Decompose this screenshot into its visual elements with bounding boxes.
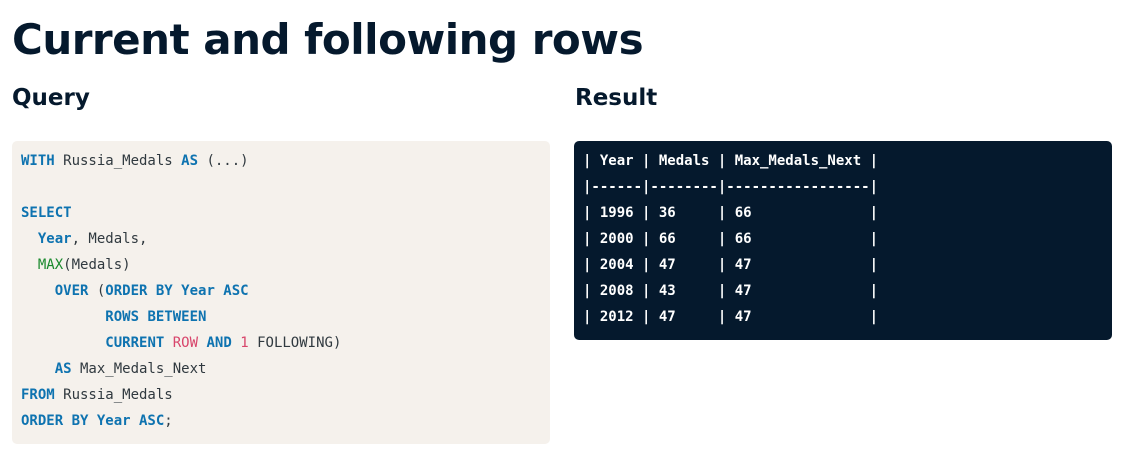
code-line: SELECT	[21, 200, 550, 226]
code-token: FOLLOWING)	[248, 335, 342, 351]
code-line: WITH Russia_Medals AS (...)	[21, 148, 550, 174]
code-token: ROW	[172, 335, 199, 351]
code-token: ROWS BETWEEN	[105, 309, 207, 325]
result-row: | 2000 | 66 | 66 |	[583, 231, 879, 247]
code-line: CURRENT ROW AND 1 FOLLOWING)	[21, 330, 550, 356]
code-token: OVER	[54, 283, 89, 299]
code-line: AS Max_Medals_Next	[21, 356, 550, 382]
code-token: Max_Medals_Next	[71, 361, 207, 377]
code-token: AND	[206, 335, 232, 351]
code-token: (Medals)	[63, 257, 131, 273]
code-token: SELECT	[21, 205, 72, 221]
result-row: |------|--------|-----------------|	[583, 179, 879, 195]
code-line: OVER (ORDER BY Year ASC	[21, 278, 550, 304]
result-row: | 1996 | 36 | 66 |	[583, 205, 879, 221]
code-token: Year	[37, 231, 72, 247]
result-row: | 2012 | 47 | 47 |	[583, 309, 879, 325]
code-token: WITH	[21, 153, 55, 169]
code-token: ORDER BY Year ASC	[21, 413, 165, 429]
code-token: AS	[54, 361, 72, 377]
code-line: Year, Medals,	[21, 226, 550, 252]
code-token: AS	[181, 153, 199, 169]
result-table-block: | Year | Medals | Max_Medals_Next | |----…	[574, 141, 1112, 340]
query-code-block: WITH Russia_Medals AS (...) SELECT Year,…	[12, 141, 550, 444]
code-token: 1	[240, 335, 249, 351]
result-row: | 2008 | 43 | 47 |	[583, 283, 879, 299]
code-line: FROM Russia_Medals	[21, 382, 550, 408]
code-token: ORDER BY Year ASC	[105, 283, 249, 299]
code-token: Russia_Medals	[54, 387, 173, 403]
result-section-label: Result	[575, 85, 658, 111]
code-token: FROM	[21, 387, 55, 403]
result-row: | Year | Medals | Max_Medals_Next |	[583, 153, 879, 169]
code-token: , Medals,	[71, 231, 148, 247]
code-line: ORDER BY Year ASC;	[21, 408, 550, 434]
code-token: (...)	[198, 153, 249, 169]
code-token: (	[88, 283, 106, 299]
code-line: MAX(Medals)	[21, 252, 550, 278]
code-token: CURRENT	[105, 335, 165, 351]
code-token: Russia_Medals	[54, 153, 182, 169]
result-row: | 2004 | 47 | 47 |	[583, 257, 879, 273]
query-section-label: Query	[12, 85, 90, 111]
code-token: MAX	[37, 257, 64, 273]
code-token: ;	[164, 413, 173, 429]
page-title: Current and following rows	[12, 15, 644, 64]
code-line: ROWS BETWEEN	[21, 304, 550, 330]
